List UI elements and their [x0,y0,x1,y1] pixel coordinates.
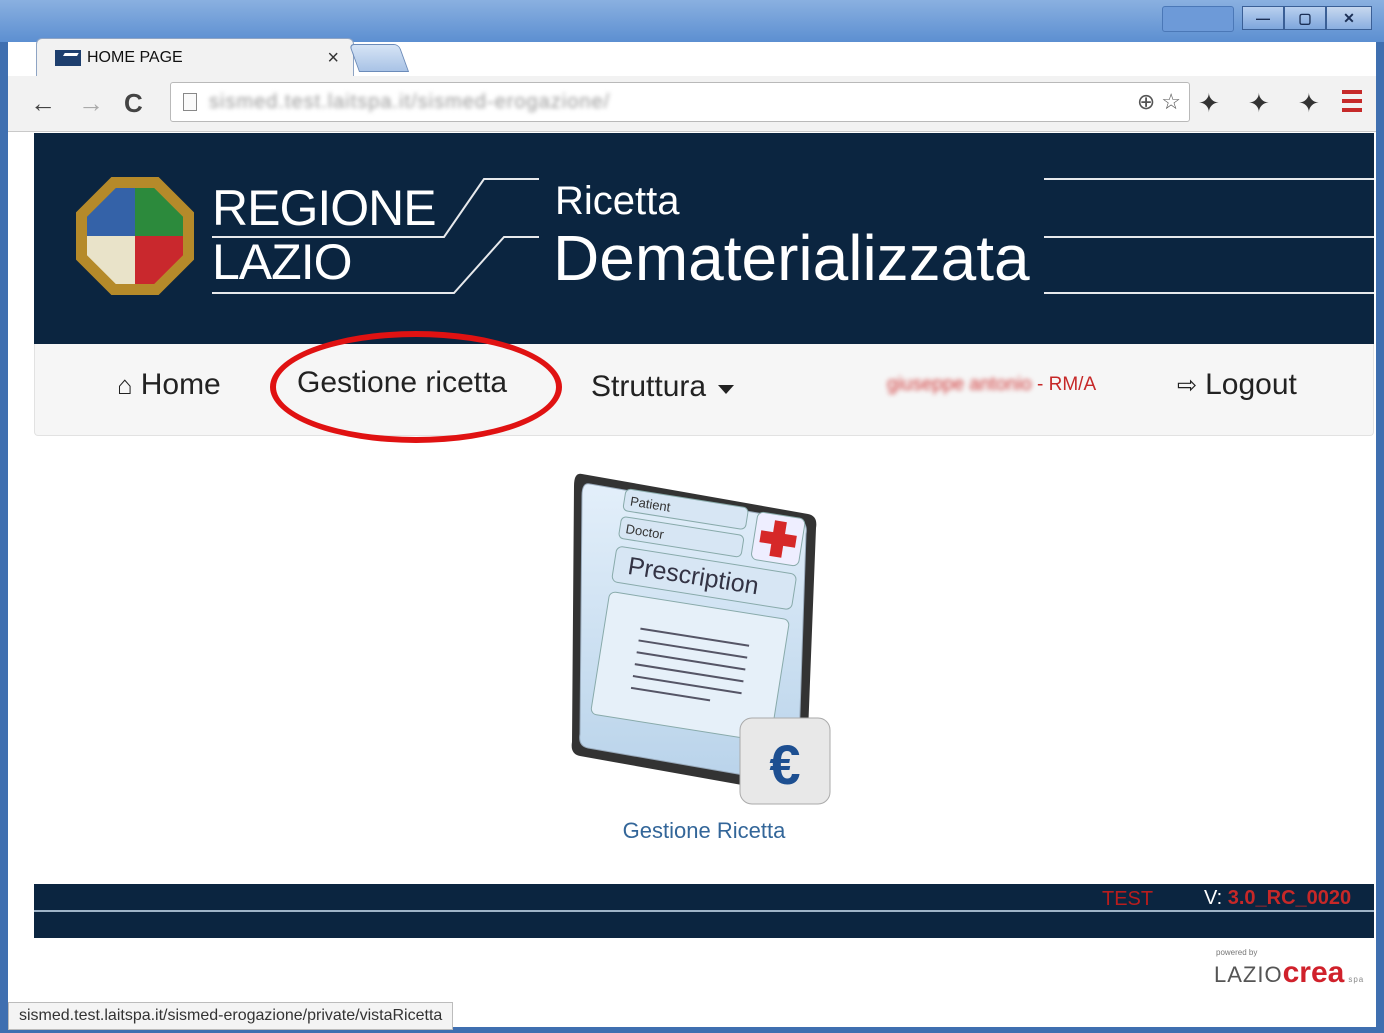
page-icon [183,93,197,111]
version-prefix: V: [1204,887,1223,909]
gestione-ricetta-tile-icon[interactable]: Patient Doctor Prescription € [560,466,840,811]
reload-icon[interactable]: C [124,88,143,119]
environment-label: TEST [1102,888,1154,910]
new-tab-button[interactable] [348,44,410,72]
nav-logout[interactable]: ⇨ Logout [1177,368,1297,402]
user-asl: - RM/A [1037,374,1097,395]
user-name: giuseppe antonio [887,374,1032,395]
address-bar[interactable]: sismed.test.laitspa.it/sismed-erogazione… [170,82,1190,122]
nav-logout-label: Logout [1205,368,1297,401]
minimize-button[interactable]: — [1242,6,1284,30]
nav-struttura-dropdown[interactable]: Struttura [591,370,735,404]
page-footer: TEST V: 3.0_RC_0020 [34,884,1374,938]
site-banner: REGIONE LAZIO Ricetta Dematerializzata [34,133,1374,344]
tab-strip: HOME PAGE × [8,36,1376,76]
region-name: REGIONE LAZIO [212,180,437,290]
euro-icon: € [769,733,800,796]
app-title-line1: Ricetta [555,179,680,223]
highlight-annotation-ellipse [270,331,562,443]
footer-divider [34,910,1374,912]
emblem-shield [87,188,183,284]
bookmark-star-icon[interactable]: ☆ [1161,89,1181,115]
logout-icon: ⇨ [1177,371,1198,399]
extension-puzzle-icon[interactable]: ✦ [1198,88,1220,119]
tab-home-page[interactable]: HOME PAGE × [36,38,354,76]
browser-status-bar: sismed.test.laitspa.it/sismed-erogazione… [8,1002,454,1030]
extension-puzzle-icon[interactable]: ✦ [1248,88,1270,119]
brand-spa: spa [1348,975,1365,984]
laziocrea-logo: LAZIOcrea spa [1214,956,1364,990]
tab-close-icon[interactable]: × [327,47,339,70]
extension-puzzle-icon[interactable]: ✦ [1298,88,1320,119]
home-icon: ⌂ [117,369,133,400]
brand-lazio: LAZIO [1214,962,1283,987]
maximize-button[interactable]: ▢ [1284,6,1326,30]
window-ghost-button [1162,6,1234,32]
tab-title: HOME PAGE [87,48,183,66]
current-user: giuseppe antonio - RM/A [887,374,1096,396]
favicon-icon [55,49,81,66]
url-text: sismed.test.laitspa.it/sismed-erogazione… [209,90,611,113]
zoom-icon[interactable]: ⊕ [1137,89,1155,115]
region-line2: LAZIO [212,234,352,290]
window-controls: — ▢ ✕ [1162,6,1372,32]
forward-icon[interactable]: → [78,88,104,119]
browser-menu-icon[interactable] [1342,90,1362,112]
nav-struttura-label: Struttura [591,370,707,403]
nav-home[interactable]: ⌂ Home [117,368,221,402]
app-title-line2: Dematerializzata [553,222,1030,294]
omnibox-actions: ⊕ ☆ [1137,89,1181,115]
chevron-down-icon [718,384,735,394]
region-line1: REGIONE [212,180,437,236]
brand-crea: crea [1282,956,1345,989]
close-window-button[interactable]: ✕ [1326,6,1372,30]
main-navbar: ⌂ Home Gestione ricetta Struttura giusep… [34,344,1374,436]
version-info: V: 3.0_RC_0020 [1204,887,1351,910]
browser-toolbar: ← → C sismed.test.laitspa.it/sismed-erog… [8,76,1376,132]
gestione-ricetta-link[interactable]: Gestione Ricetta [560,818,848,844]
version-number: 3.0_RC_0020 [1227,887,1352,909]
back-icon[interactable]: ← [30,88,56,119]
nav-home-label: Home [140,368,221,401]
